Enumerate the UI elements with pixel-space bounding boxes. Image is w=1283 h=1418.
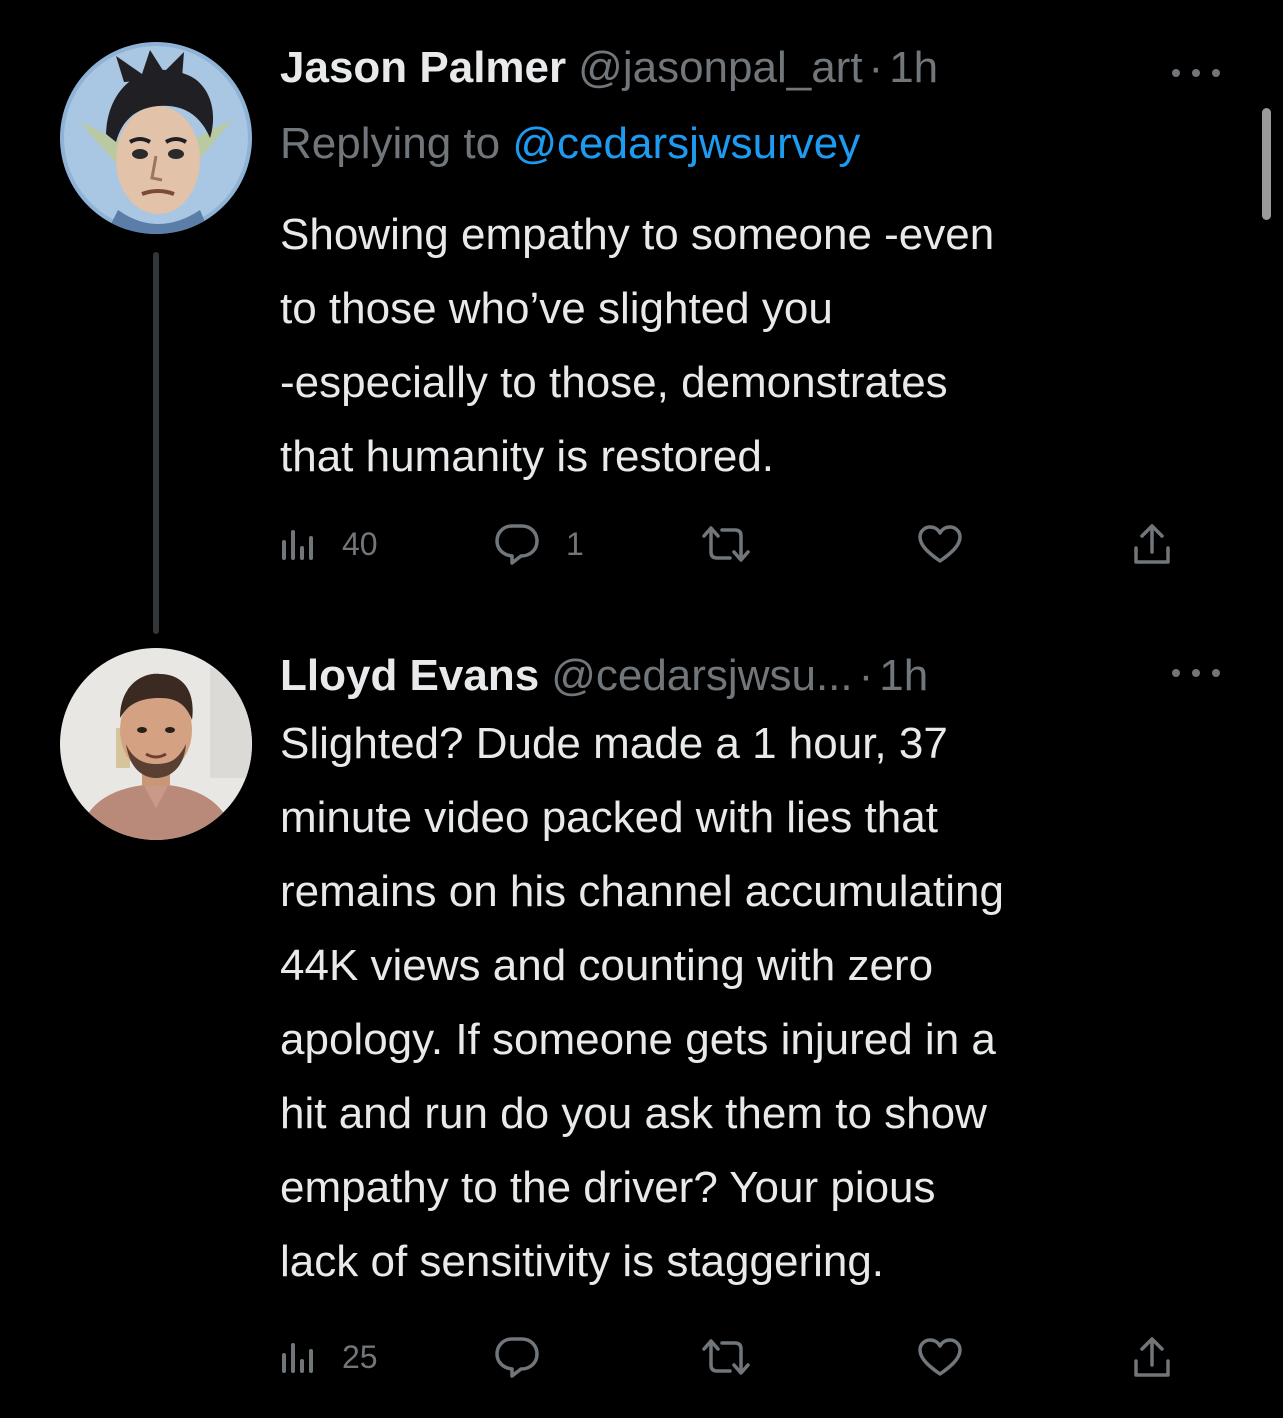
views-count: 40 — [342, 525, 378, 562]
tweet-text-line: -especially to those, demonstrates — [280, 358, 948, 407]
avatar[interactable] — [60, 648, 252, 840]
views-count: 25 — [342, 1338, 378, 1375]
heart-icon — [918, 525, 962, 563]
like-button[interactable] — [916, 514, 990, 574]
replying-to-line: Replying to @cedarsjwsurvey — [280, 112, 860, 176]
reply-bubble-icon — [495, 1337, 539, 1378]
retweet-icon — [702, 526, 750, 562]
retweet-button[interactable] — [700, 514, 778, 574]
tweet-text-line: 44K views and counting with zero — [280, 941, 934, 990]
views-button[interactable]: 25 — [280, 1327, 378, 1387]
views-button[interactable]: 40 — [280, 514, 378, 574]
like-button[interactable] — [916, 1327, 990, 1387]
tweet-text-line: hit and run do you ask them to show — [280, 1089, 987, 1138]
views-chart-icon — [282, 530, 313, 560]
replying-to-mention-link[interactable]: @cedarsjwsurvey — [512, 119, 860, 168]
reply-button[interactable]: 1 — [494, 514, 584, 574]
tweet-text-line: apology. If someone gets injured in a — [280, 1015, 996, 1064]
replies-count: 1 — [566, 525, 584, 562]
timestamp[interactable]: 1h — [889, 40, 938, 96]
user-handle[interactable]: @jasonpal_art — [578, 40, 862, 96]
replying-to-label: Replying to — [280, 119, 501, 168]
more-dots-icon — [1172, 69, 1180, 77]
retweet-button[interactable] — [700, 1327, 778, 1387]
more-dots-icon — [1212, 69, 1220, 77]
tweet-actions-bar: 40 1 — [280, 514, 1190, 574]
user-handle[interactable]: @cedarsjwsu... — [551, 648, 852, 704]
heart-icon — [918, 1338, 962, 1376]
scrollbar[interactable] — [1262, 108, 1271, 220]
tweet-text-line: to those who’ve slighted you — [280, 284, 833, 333]
tweet-header: Jason Palmer @jasonpal_art · 1h — [280, 40, 938, 96]
share-upload-icon — [1134, 524, 1170, 564]
reply-bubble-icon — [495, 524, 539, 565]
tweet-text-line: minute video packed with lies that — [280, 793, 938, 842]
more-dots-icon — [1172, 669, 1180, 677]
reply-button[interactable] — [494, 1327, 566, 1387]
more-dots-icon — [1212, 669, 1220, 677]
avatar-illustration-icon — [60, 42, 252, 234]
share-upload-icon — [1134, 1337, 1170, 1377]
thread-connector-line — [153, 252, 159, 634]
tweet-text: Showing empathy to someone -even to thos… — [280, 198, 1240, 494]
views-chart-icon — [282, 1343, 313, 1373]
tweet-text: Slighted? Dude made a 1 hour, 37 minute … — [280, 707, 1240, 1299]
separator-dot: · — [868, 43, 884, 92]
retweet-icon — [702, 1339, 750, 1375]
tweet-lloyd-evans[interactable]: Lloyd Evans @cedarsjwsu... · 1h Slighted… — [0, 640, 1283, 1418]
separator-dot: · — [858, 651, 874, 700]
tweet-header: Lloyd Evans @cedarsjwsu... · 1h — [280, 648, 928, 704]
more-dots-icon — [1192, 669, 1200, 677]
tweet-text-line: that humanity is restored. — [280, 432, 775, 481]
tweet-text-line: lack of sensitivity is staggering. — [280, 1237, 885, 1286]
avatar[interactable] — [60, 42, 252, 234]
tweet-text-line: remains on his channel accumulating — [280, 867, 1004, 916]
more-dots-icon — [1192, 69, 1200, 77]
tweet-text-line: Slighted? Dude made a 1 hour, 37 — [280, 719, 948, 768]
avatar-photo-icon — [60, 648, 252, 840]
tweet-text-line: empathy to the driver? Your pious — [280, 1163, 936, 1212]
more-options-button[interactable] — [1172, 58, 1220, 88]
share-button[interactable] — [1132, 1327, 1172, 1387]
share-button[interactable] — [1132, 514, 1172, 574]
tweet-jason-palmer[interactable]: Jason Palmer @jasonpal_art · 1h Replying… — [0, 0, 1283, 640]
tweet-actions-bar: 25 — [280, 1327, 1190, 1387]
more-options-button[interactable] — [1172, 658, 1220, 688]
display-name[interactable]: Jason Palmer — [280, 40, 566, 96]
tweet-text-line: Showing empathy to someone -even — [280, 210, 995, 259]
timestamp[interactable]: 1h — [879, 648, 928, 704]
display-name[interactable]: Lloyd Evans — [280, 648, 539, 704]
